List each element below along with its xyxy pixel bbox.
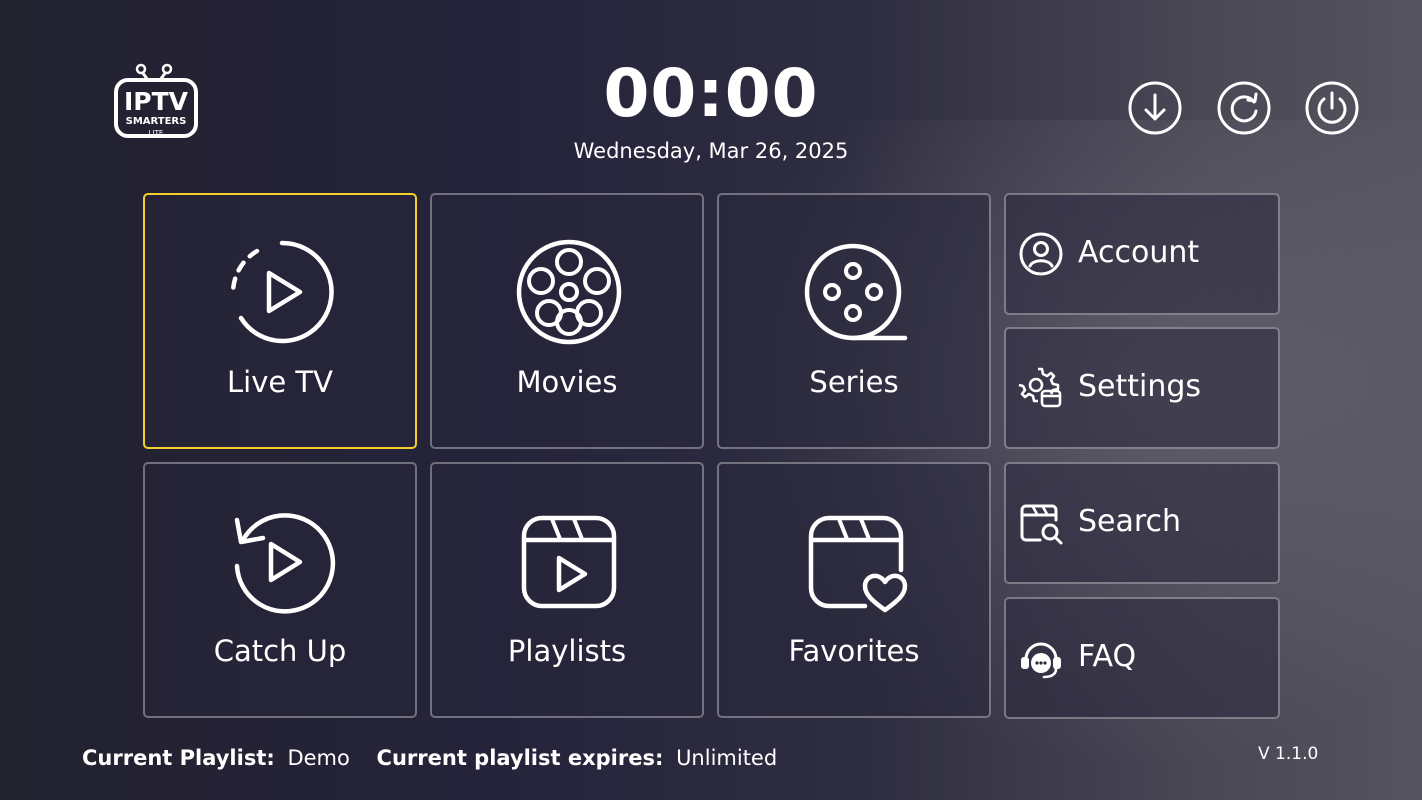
version-label: V 1.1.0: [1258, 744, 1319, 764]
download-icon: [1128, 81, 1182, 135]
menu-account[interactable]: Account: [1004, 193, 1280, 315]
menu-search[interactable]: Search: [1004, 462, 1280, 584]
menu-label: Search: [1078, 504, 1182, 539]
playlist-value: Demo: [287, 746, 350, 770]
menu-label: Account: [1078, 235, 1200, 270]
faq-icon: [1021, 642, 1061, 679]
footer-status: Current Playlist: Demo Current playlist …: [82, 746, 777, 770]
tile-label: Catch Up: [213, 634, 347, 668]
menu-settings[interactable]: Settings: [1004, 327, 1280, 449]
tile-label: Favorites: [788, 634, 920, 668]
svg-text:SMARTERS: SMARTERS: [126, 116, 187, 127]
favorites-icon: [808, 515, 908, 613]
refresh-icon: [1217, 81, 1271, 135]
playlist-label: Current Playlist:: [82, 746, 275, 770]
expires-label: Current playlist expires:: [376, 746, 664, 770]
live-tv-icon: [230, 240, 334, 344]
tile-label: Playlists: [507, 634, 627, 668]
menu-label: FAQ: [1078, 639, 1137, 674]
account-icon: [1019, 232, 1063, 276]
tile-label: Live TV: [227, 365, 333, 399]
tile-catch-up[interactable]: Catch Up: [143, 462, 417, 718]
film-reel-icon: [516, 239, 622, 345]
power-button[interactable]: [1304, 80, 1360, 136]
svg-text:LITE: LITE: [149, 129, 164, 137]
tile-favorites[interactable]: Favorites: [717, 462, 991, 718]
power-icon: [1305, 81, 1359, 135]
search-icon: [1020, 504, 1063, 545]
svg-text:IPTV: IPTV: [124, 87, 189, 116]
menu-faq[interactable]: FAQ: [1004, 597, 1280, 719]
tile-series[interactable]: Series: [717, 193, 991, 449]
app-logo: IPTV SMARTERS LITE: [108, 58, 200, 142]
tile-label: Movies: [516, 365, 618, 399]
catch-up-icon: [234, 513, 336, 614]
tile-live-tv[interactable]: Live TV: [143, 193, 417, 449]
refresh-button[interactable]: [1216, 80, 1272, 136]
series-reel-icon: [804, 243, 908, 341]
expires-value: Unlimited: [676, 746, 778, 770]
settings-icon: [1018, 367, 1062, 408]
tile-label: Series: [809, 365, 899, 399]
download-button[interactable]: [1127, 80, 1183, 136]
clock: 00:00: [603, 55, 819, 132]
playlist-icon: [521, 515, 617, 609]
date: Wednesday, Mar 26, 2025: [573, 139, 849, 163]
menu-label: Settings: [1078, 369, 1202, 404]
tile-playlists[interactable]: Playlists: [430, 462, 704, 718]
tile-movies[interactable]: Movies: [430, 193, 704, 449]
